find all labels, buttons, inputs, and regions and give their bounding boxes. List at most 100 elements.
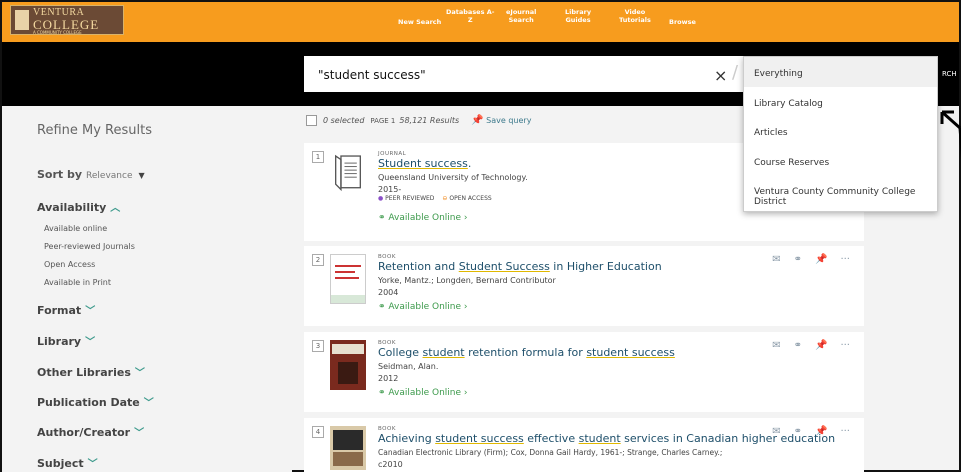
facet-option-available-print[interactable]: Available in Print xyxy=(44,278,111,287)
select-all-checkbox[interactable] xyxy=(306,115,317,126)
book-cover-image xyxy=(330,340,366,390)
mouse-cursor-arrow-icon xyxy=(940,110,961,160)
chevron-down-icon: ﹀ xyxy=(143,398,154,409)
nav-ejournal[interactable]: eJournal Search xyxy=(506,8,536,24)
chevron-down-icon: ﹀ xyxy=(134,428,145,439)
badges: ● PEER REVIEWED ⊖ OPEN ACCESS xyxy=(378,195,492,202)
result-number: 3 xyxy=(312,340,324,352)
result-card[interactable]: 3 BOOK College student retention formula… xyxy=(304,332,864,412)
more-options-icon[interactable]: ··· xyxy=(840,340,850,351)
nav-new-search[interactable]: New Search xyxy=(398,18,441,26)
facet-author-creator-label: Author/Creator xyxy=(37,426,131,439)
email-icon[interactable]: ✉ xyxy=(772,254,780,265)
title-part: . xyxy=(467,157,472,170)
result-number: 2 xyxy=(312,254,324,266)
availability-link[interactable]: ⚭ Available Online › xyxy=(378,388,468,398)
facet-other-libraries[interactable]: Other Libraries ﹀ xyxy=(37,364,145,379)
nav-library-guides-line1: Library xyxy=(565,8,592,16)
save-query-button[interactable]: 📌 Save query xyxy=(471,115,531,126)
nav-video-line1: Video xyxy=(624,8,646,16)
sort-value: Relevance xyxy=(86,171,133,181)
facet-library[interactable]: Library ﹀ xyxy=(37,333,95,348)
facet-format[interactable]: Format ﹀ xyxy=(37,302,95,317)
peer-reviewed-label: PEER REVIEWED xyxy=(385,195,435,202)
chevron-down-icon: ﹀ xyxy=(134,368,145,379)
facet-option-peer-reviewed[interactable]: Peer-reviewed Journals xyxy=(44,242,135,251)
pin-icon[interactable]: 📌 xyxy=(815,254,827,265)
result-author: Canadian Electronic Library (Firm); Cox,… xyxy=(378,448,723,457)
refine-title: Refine My Results xyxy=(37,123,152,138)
open-access-badge: ⊖ OPEN ACCESS xyxy=(442,195,491,202)
logo-tagline: A COMMUNITY COLLEGE xyxy=(33,30,82,35)
nav-browse-label: Browse xyxy=(669,18,696,26)
nav-video-tutorials[interactable]: Video Tutorials xyxy=(619,8,651,24)
save-query-label: Save query xyxy=(486,116,532,125)
title-part: student success xyxy=(586,346,675,359)
title-part: effective xyxy=(523,432,579,445)
title-part: Achieving xyxy=(378,432,436,445)
chevron-down-icon: ﹀ xyxy=(85,306,96,317)
pin-icon[interactable]: 📌 xyxy=(815,426,827,437)
title-part: College xyxy=(378,346,423,359)
scope-option-articles[interactable]: Articles xyxy=(744,116,937,146)
nav-browse[interactable]: Browse xyxy=(669,18,696,26)
link-icon[interactable]: ⚭ xyxy=(794,254,802,265)
ventura-college-logo[interactable]: VENTURA COLLEGE A COMMUNITY COLLEGE xyxy=(10,5,124,35)
search-input[interactable]: "student success" xyxy=(304,56,744,92)
facet-format-label: Format xyxy=(37,304,82,317)
scope-option-course-reserves[interactable]: Course Reserves xyxy=(744,146,937,176)
facet-availability[interactable]: Availability ︿ xyxy=(37,199,120,214)
open-access-label: OPEN ACCESS xyxy=(449,195,492,202)
facet-library-label: Library xyxy=(37,335,82,348)
nav-ejournal-line1: eJournal xyxy=(506,8,537,16)
availability-label: Available Online xyxy=(388,302,462,312)
pin-icon: 📌 xyxy=(471,115,484,126)
result-title[interactable]: Retention and Student Success in Higher … xyxy=(378,260,662,273)
availability-link[interactable]: ⚭ Available Online › xyxy=(378,302,468,312)
facet-availability-label: Availability xyxy=(37,201,107,214)
result-actions: ✉ ⚭ 📌 ··· xyxy=(772,254,850,265)
search-scope-dropdown[interactable]: Everything Library Catalog Articles Cour… xyxy=(743,56,938,212)
facet-option-open-access[interactable]: Open Access xyxy=(44,260,95,269)
nav-new-search-label: New Search xyxy=(398,18,442,26)
email-icon[interactable]: ✉ xyxy=(772,426,780,437)
title-part: Retention and xyxy=(378,260,459,273)
link-icon[interactable]: ⚭ xyxy=(794,340,802,351)
result-author: Yorke, Mantz.; Longden, Bernard Contribu… xyxy=(378,276,556,285)
result-card[interactable]: 2 BOOK Retention and Student Success in … xyxy=(304,246,864,326)
scope-option-everything[interactable]: Everything xyxy=(744,57,937,87)
email-icon[interactable]: ✉ xyxy=(772,340,780,351)
result-card[interactable]: 4 BOOK Achieving student success effecti… xyxy=(304,418,864,472)
book-cover-image xyxy=(330,254,366,304)
scope-option-library-catalog[interactable]: Library Catalog xyxy=(744,87,937,117)
sort-label: Sort by xyxy=(37,168,83,181)
clear-search-icon[interactable]: × xyxy=(714,66,727,85)
search-button-label[interactable]: RCH xyxy=(942,70,957,78)
nav-databases[interactable]: Databases A- Z xyxy=(446,8,494,24)
more-options-icon[interactable]: ··· xyxy=(840,426,850,437)
link-icon[interactable]: ⚭ xyxy=(794,426,802,437)
pin-icon[interactable]: 📌 xyxy=(815,340,827,351)
open-access-icon: ⊖ xyxy=(442,195,448,202)
result-title[interactable]: Student success. xyxy=(378,157,471,170)
result-year: 2015- xyxy=(378,185,402,194)
availability-link[interactable]: ⚭ Available Online › xyxy=(378,213,468,223)
scope-option-district[interactable]: Ventura County Community College Distric… xyxy=(744,175,937,207)
facet-publication-date[interactable]: Publication Date ﹀ xyxy=(37,394,154,409)
page-indicator: PAGE 1 xyxy=(370,116,396,125)
result-title[interactable]: Achieving student success effective stud… xyxy=(378,432,835,445)
facet-author-creator[interactable]: Author/Creator ﹀ xyxy=(37,424,144,439)
facet-sidebar xyxy=(2,106,292,472)
nav-library-guides[interactable]: Library Guides xyxy=(565,8,591,24)
more-options-icon[interactable]: ··· xyxy=(840,254,850,265)
title-part: Student Success xyxy=(458,260,550,273)
peer-reviewed-badge: ● PEER REVIEWED xyxy=(378,195,434,202)
result-actions: ✉ ⚭ 📌 ··· xyxy=(772,426,850,437)
facet-option-available-online[interactable]: Available online xyxy=(44,224,107,233)
result-year: 2004 xyxy=(378,288,399,297)
sort-by-control[interactable]: Sort by Relevance ▼ xyxy=(37,168,145,181)
facet-subject[interactable]: Subject ﹀ xyxy=(37,455,98,470)
result-title[interactable]: College student retention formula for st… xyxy=(378,346,675,359)
nav-ejournal-line2: Search xyxy=(508,16,534,24)
facet-other-libraries-label: Other Libraries xyxy=(37,366,131,379)
